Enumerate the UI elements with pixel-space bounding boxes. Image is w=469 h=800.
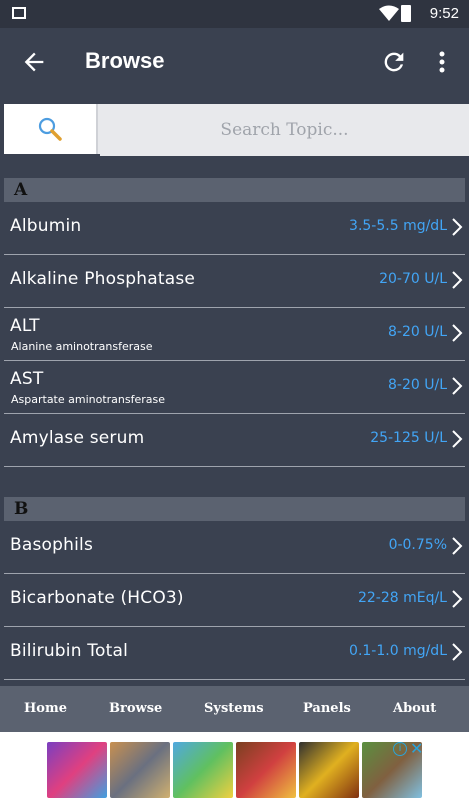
item-name: Alkaline Phosphatase <box>10 269 196 289</box>
back-arrow-icon[interactable] <box>20 48 48 76</box>
image-notification-icon <box>12 7 26 19</box>
list-item[interactable]: Bilirubin Total 0.1-1.0 mg/dL <box>4 627 465 680</box>
list-item[interactable]: Basophils 0-0.75% <box>4 521 465 574</box>
chevron-right-icon <box>452 643 463 661</box>
chevron-right-icon <box>452 537 463 555</box>
item-name: ALT <box>10 316 40 336</box>
item-subtitle: Aspartate aminotransferase <box>11 393 166 406</box>
refresh-icon[interactable] <box>380 48 408 76</box>
chevron-right-icon <box>452 324 463 342</box>
item-value: 8-20 U/L <box>388 377 447 393</box>
section-header-a: A <box>4 178 465 202</box>
status-time: 9:52 <box>429 5 459 22</box>
search-icon <box>38 117 62 141</box>
more-options-icon[interactable] <box>432 48 452 76</box>
nav-home[interactable]: Home <box>24 701 67 716</box>
ad-game-gta[interactable] <box>110 742 170 798</box>
list-item[interactable]: ALT Alanine aminotransferase 8-20 U/L <box>4 308 465 361</box>
bottom-navigation: Home Browse Systems Panels About <box>0 686 469 732</box>
ad-game-fruit[interactable] <box>236 742 296 798</box>
list-item[interactable]: Albumin 3.5-5.5 mg/dL <box>4 202 465 255</box>
item-name: Albumin <box>10 216 82 236</box>
chevron-right-icon <box>452 218 463 236</box>
item-name: Bicarbonate (HCO3) <box>10 588 184 608</box>
list-item[interactable]: Bicarbonate (HCO3) 22-28 mEq/L <box>4 574 465 627</box>
item-value: 0-0.75% <box>388 537 447 553</box>
topic-list: A Albumin 3.5-5.5 mg/dL Alkaline Phospha… <box>0 178 469 680</box>
search-input[interactable] <box>100 104 469 156</box>
chevron-right-icon <box>452 430 463 448</box>
item-value: 20-70 U/L <box>379 271 447 287</box>
chevron-right-icon <box>452 271 463 289</box>
nav-about[interactable]: About <box>393 701 436 716</box>
ad-info-icon[interactable]: i <box>393 742 407 756</box>
ad-game-candy[interactable] <box>47 742 107 798</box>
item-value: 3.5-5.5 mg/dL <box>349 218 447 234</box>
nav-browse[interactable]: Browse <box>109 701 162 716</box>
item-name: Basophils <box>10 535 94 555</box>
item-subtitle: Alanine aminotransferase <box>11 340 153 353</box>
chevron-right-icon <box>452 590 463 608</box>
ad-game-crocodile[interactable] <box>173 742 233 798</box>
page-title: Browse <box>85 48 165 73</box>
search-bar <box>4 104 469 156</box>
app-bar: Browse <box>0 28 469 96</box>
chevron-right-icon <box>452 377 463 395</box>
ad-game-temple[interactable] <box>299 742 359 798</box>
list-item[interactable]: Amylase serum 25-125 U/L <box>4 414 465 467</box>
item-name: Amylase serum <box>10 428 145 448</box>
section-header-b: B <box>4 497 465 521</box>
list-item[interactable]: AST Aspartate aminotransferase 8-20 U/L <box>4 361 465 414</box>
ad-banner: i ✕ <box>0 732 469 800</box>
nav-systems[interactable]: Systems <box>204 701 264 716</box>
item-value: 22-28 mEq/L <box>357 590 447 606</box>
item-name: Bilirubin Total <box>10 641 128 661</box>
wifi-icon <box>379 5 399 21</box>
battery-icon <box>401 5 411 22</box>
list-item[interactable]: Alkaline Phosphatase 20-70 U/L <box>4 255 465 308</box>
item-value: 8-20 U/L <box>388 324 447 340</box>
item-value: 25-125 U/L <box>370 430 447 446</box>
status-bar: 9:52 <box>0 0 469 28</box>
item-name: AST <box>10 369 44 389</box>
nav-panels[interactable]: Panels <box>303 701 351 716</box>
item-value: 0.1-1.0 mg/dL <box>349 643 447 659</box>
search-button[interactable] <box>4 104 98 154</box>
ad-close-icon[interactable]: ✕ <box>410 739 423 758</box>
